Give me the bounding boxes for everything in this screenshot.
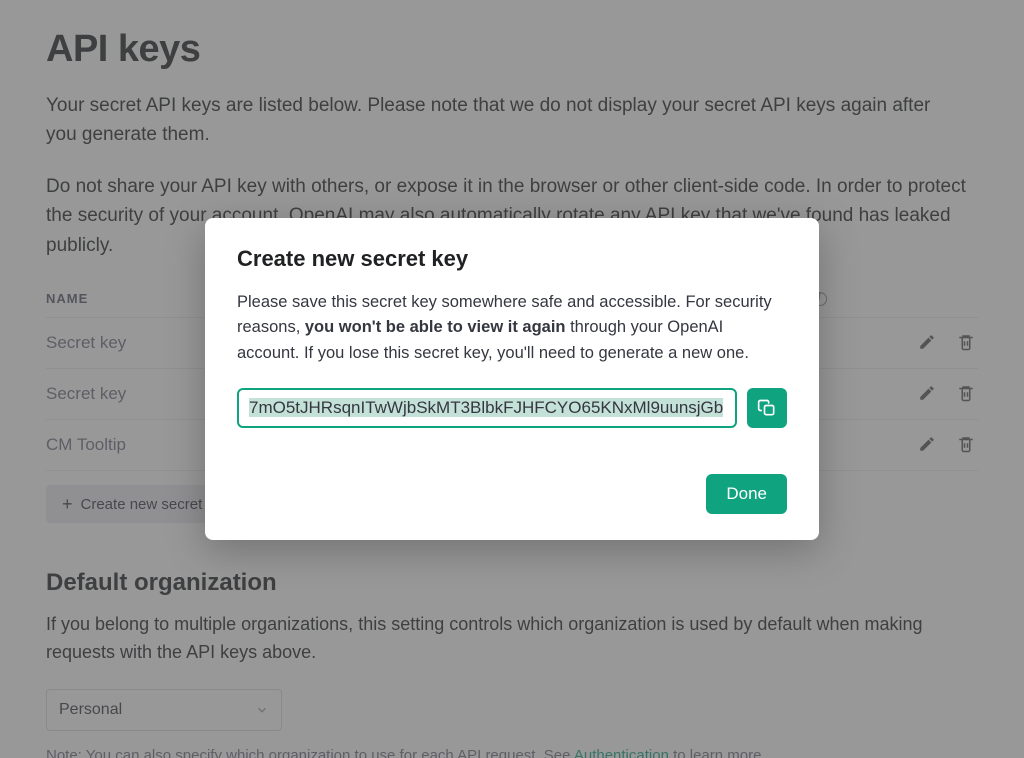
secret-key-field[interactable]: 7mO5tJHRsqnITwWjbSkMT3BlbkFJHFCYO65KNxMl… (237, 388, 737, 428)
secret-key-value: 7mO5tJHRsqnITwWjbSkMT3BlbkFJHFCYO65KNxMl… (249, 398, 723, 417)
modal-body: Please save this secret key somewhere sa… (237, 290, 787, 367)
done-button[interactable]: Done (706, 474, 787, 514)
modal-title: Create new secret key (237, 246, 787, 272)
copy-button[interactable] (747, 388, 787, 428)
modal-overlay[interactable]: Create new secret key Please save this s… (0, 0, 1024, 758)
copy-icon (757, 398, 777, 418)
create-secret-key-modal: Create new secret key Please save this s… (205, 218, 819, 541)
